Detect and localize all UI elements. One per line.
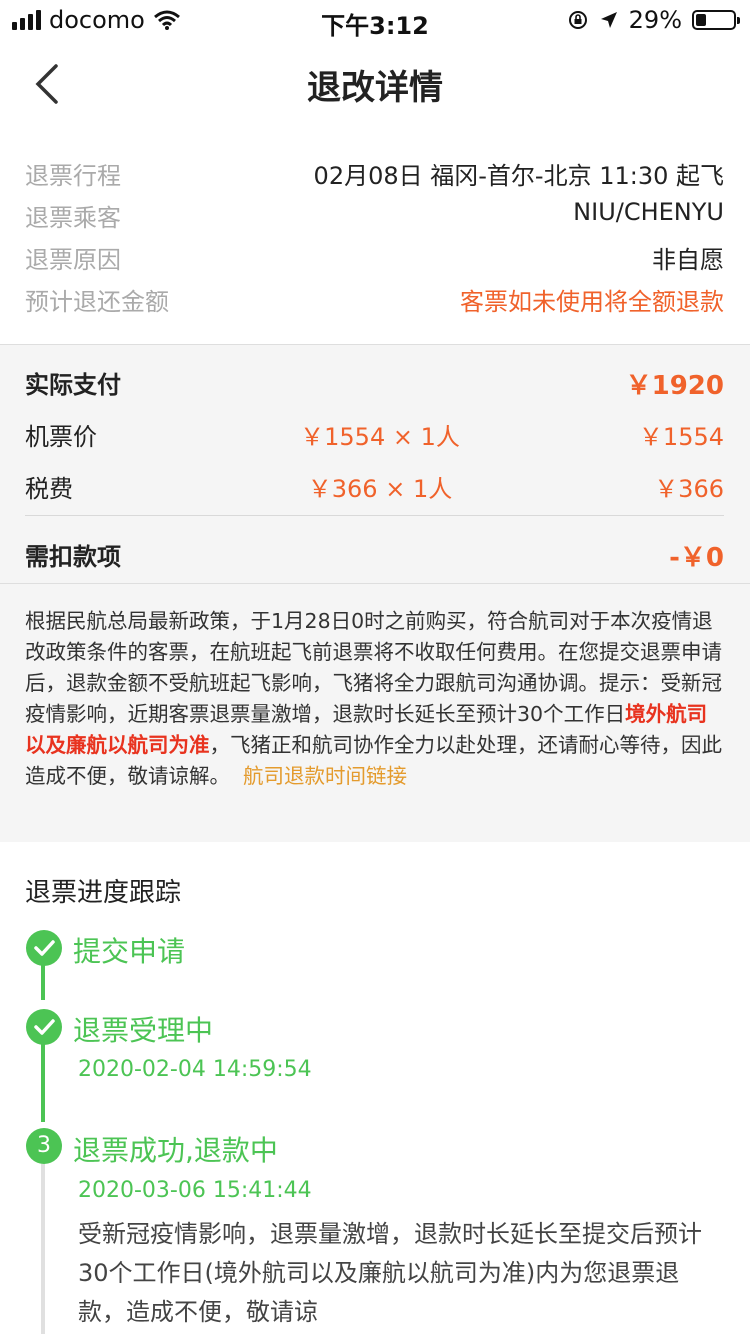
tax-label: 税费 <box>25 475 73 503</box>
progress-title: 退票进度跟踪 <box>25 878 182 908</box>
ticket-price-total: ￥1554 <box>638 423 724 451</box>
info-value: 02月08日 福冈-首尔-北京 11:30 起飞 <box>313 162 724 190</box>
step-label-submit: 提交申请 <box>73 935 186 968</box>
info-label: 预计退还金额 <box>25 288 169 316</box>
notice-text: 根据民航总局最新政策，于1月28日0时之前购买，符合航司对于本次疫情退改政策条件… <box>25 609 722 726</box>
info-value: 非自愿 <box>652 246 724 274</box>
page-title: 退改详情 <box>307 68 443 108</box>
step-time: 2020-02-04 14:59:54 <box>78 1057 312 1082</box>
info-row-passenger: 退票乘客 NIU/CHENYU <box>0 192 750 234</box>
info-row-reason: 退票原因 非自愿 <box>0 234 750 276</box>
step-description: 受新冠疫情影响，退票量激增，退款时长延长至提交后预计30个工作日(境外航司以及廉… <box>78 1220 702 1326</box>
step-number-badge: 3 <box>26 1128 62 1164</box>
info-row-refund-amount: 预计退还金额 客票如未使用将全额退款 <box>0 276 750 318</box>
check-icon <box>26 930 62 966</box>
policy-notice: 根据民航总局最新政策，于1月28日0时之前购买，符合航司对于本次疫情退改政策条件… <box>0 584 750 842</box>
timeline-connector <box>41 964 45 1000</box>
rotation-lock-icon <box>568 11 587 29</box>
refund-progress-section: 退票进度跟踪 提交申请 退票受理中 2020-02-04 14:59:54 3 … <box>0 842 750 1334</box>
battery-icon <box>692 10 740 30</box>
deduction-value: -￥0 <box>669 543 724 573</box>
tax-unit: ￥366 × 1人 <box>307 475 453 503</box>
nav-bar: 退改详情 <box>0 40 750 130</box>
info-label: 退票行程 <box>25 162 121 190</box>
ticket-price-label: 机票价 <box>25 423 97 451</box>
status-bar: docomo 下午3:12 29% <box>0 0 750 40</box>
timeline-connector <box>41 1044 45 1122</box>
deduction-label: 需扣款项 <box>25 543 121 571</box>
step-time: 2020-03-06 15:41:44 <box>78 1178 312 1203</box>
info-value: NIU/CHENYU <box>573 198 724 226</box>
location-icon <box>600 12 617 28</box>
airline-refund-time-link[interactable]: 航司退款时间链接 <box>243 764 407 788</box>
payment-section: 实际支付 ￥1920 机票价 ￥1554 × 1人 ￥1554 税费 ￥366 … <box>0 344 750 584</box>
check-icon <box>26 1009 62 1045</box>
actual-paid-label: 实际支付 <box>25 371 121 399</box>
info-row-itinerary: 退票行程 02月08日 福冈-首尔-北京 11:30 起飞 <box>0 150 750 192</box>
battery-percent: 29% <box>628 6 682 34</box>
info-value: 客票如未使用将全额退款 <box>460 288 724 316</box>
status-right: 29% <box>567 6 740 34</box>
actual-paid-value: ￥1920 <box>625 371 724 401</box>
timeline-connector <box>41 1162 45 1334</box>
step-label-processing: 退票受理中 <box>73 1014 214 1047</box>
payment-divider <box>25 515 724 516</box>
tax-total: ￥366 <box>654 475 724 503</box>
step-label-refunding: 退票成功,退款中 <box>73 1134 278 1167</box>
refund-info-section: 退票行程 02月08日 福冈-首尔-北京 11:30 起飞 退票乘客 NIU/C… <box>0 150 750 318</box>
ticket-price-unit: ￥1554 × 1人 <box>300 423 460 451</box>
info-label: 退票乘客 <box>25 204 121 232</box>
info-label: 退票原因 <box>25 246 121 274</box>
